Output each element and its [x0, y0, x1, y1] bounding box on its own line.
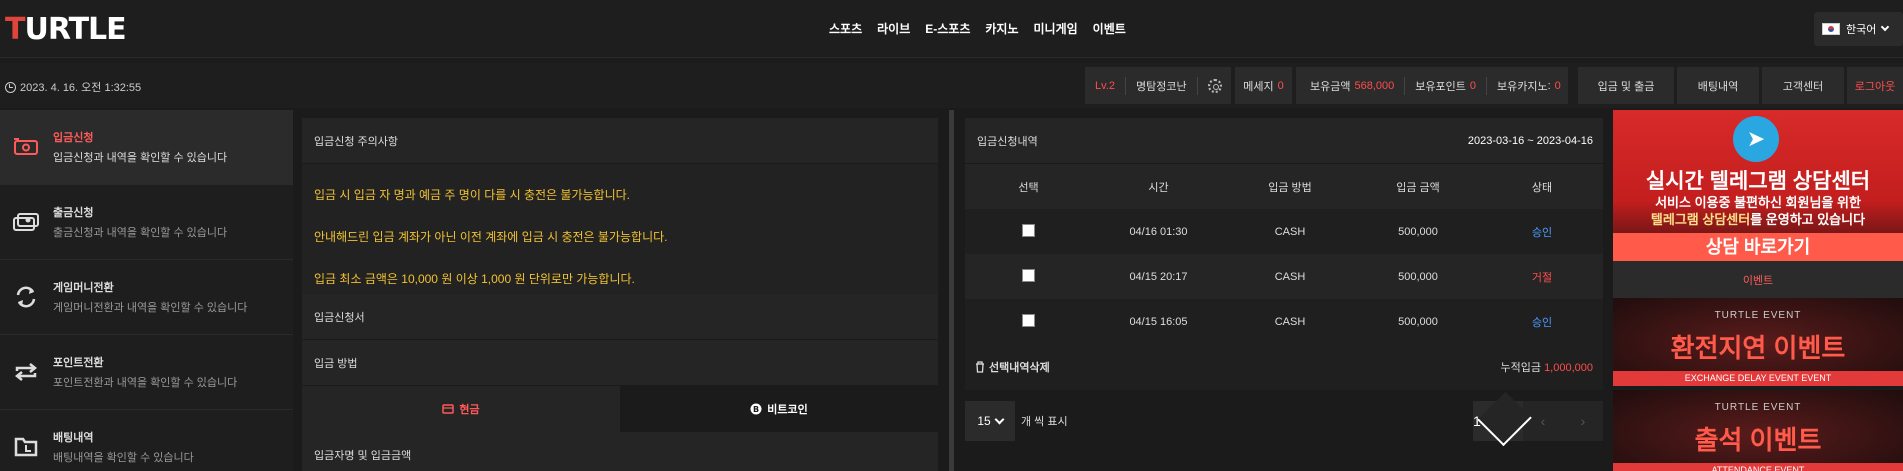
nav-event[interactable]: 이벤트 — [1093, 20, 1126, 37]
table-row: 04/16 01:30 CASH 500,000 승인 — [965, 209, 1603, 254]
per-page-select[interactable]: 15 — [965, 401, 1015, 441]
clock: 2023. 4. 16. 오전 1:32:55 — [5, 79, 141, 95]
table-header: 선택 시간 입금 방법 입금 금액 상태 — [965, 164, 1603, 209]
language-select[interactable]: 한국어 — [1814, 12, 1903, 46]
notice-title: 입금신청 주의사항 — [302, 118, 938, 164]
chevron-down-icon — [994, 414, 1005, 424]
sidebar-item-withdraw[interactable]: 출금신청 출금신청과 내역을 확인할 수 있습니다 — [0, 185, 293, 260]
user-info-bar: 2023. 4. 16. 오전 1:32:55 Lv.2 명탐정코난 메세지 0… — [0, 63, 1903, 108]
history-date-range: 2023-03-16 ~ 2023-04-16 — [1467, 134, 1593, 147]
prev-page-button[interactable]: ‹ — [1523, 401, 1563, 441]
deposit-history-panel: 입금신청내역 2023-03-16 ~ 2023-04-16 선택 시간 입금 … — [965, 118, 1603, 447]
status-badge: 거절 — [1531, 271, 1553, 284]
banner-column: ➤ 실시간 텔레그램 상담센터 서비스 이용중 불편하신 회원님을 위한 텔레그… — [1613, 110, 1903, 471]
deposit-withdraw-button[interactable]: 입금 및 출금 — [1578, 67, 1674, 104]
telegram-banner[interactable]: ➤ 실시간 텔레그램 상담센터 서비스 이용중 불편하신 회원님을 위한 텔레그… — [1613, 110, 1903, 261]
method-bitcoin-tab[interactable]: B 비트코인 — [620, 386, 938, 432]
nav-esports[interactable]: E-스포츠 — [925, 20, 970, 37]
next-page-button[interactable]: › — [1563, 401, 1603, 441]
datetime: 2023. 4. 16. 오전 1:32:55 — [20, 82, 142, 94]
event-banner-exchange-delay[interactable]: TURTLE EVENT 환전지연 이벤트 EXCHANGE DELAY EVE… — [1613, 298, 1903, 386]
bitcoin-icon: B — [750, 403, 762, 415]
pagination: 15 개 씩 표시 1 ‹ › — [965, 391, 1603, 447]
telegram-cta-button[interactable]: 상담 바로가기 — [1613, 233, 1903, 261]
user-nickname: 명탐정코난 — [1135, 80, 1187, 93]
chevron-right-icon: › — [1580, 413, 1586, 429]
sidebar-item-deposit[interactable]: 입금신청 입금신청과 내역을 확인할 수 있습니다 — [0, 110, 293, 185]
balance-value: 568,000 — [1354, 79, 1395, 92]
method-title: 입금 방법 — [302, 340, 938, 386]
table-footer: 선택내역삭제 누적입금 1,000,000 — [965, 344, 1603, 390]
wallet-summary: 보유금액 568,000 보유포인트 0 보유카지노: 0 — [1296, 67, 1568, 104]
notice-3: 입금 최소 금액은 10,000 원 이상 1,000 원 단위로만 가능합니다… — [314, 272, 635, 286]
sidebar-item-bet-history[interactable]: 배팅내역 배팅내역을 확인할 수 있습니다 — [0, 410, 293, 471]
deposit-method-tabs: 현금 B 비트코인 — [302, 386, 938, 432]
table-row: 04/15 16:05 CASH 500,000 승인 — [965, 299, 1603, 344]
user-profile: Lv.2 명탐정코난 — [1085, 67, 1231, 104]
main-nav: 스포츠 라이브 E-스포츠 카지노 미니게임 이벤트 — [829, 20, 1141, 37]
clock-icon — [5, 81, 16, 93]
page-select[interactable]: 1 — [1473, 391, 1532, 447]
swap-arrows-icon — [13, 361, 39, 383]
language-label: 한국어 — [1846, 24, 1877, 36]
telegram-icon: ➤ — [1733, 116, 1779, 162]
chevron-left-icon: ‹ — [1540, 413, 1546, 429]
customer-center-button[interactable]: 고객센터 — [1762, 67, 1844, 104]
delete-selected-button[interactable]: 선택내역삭제 — [975, 359, 1050, 375]
withdraw-money-icon — [13, 211, 39, 233]
svg-text:B: B — [753, 405, 759, 414]
top-bar: T URTLE 스포츠 라이브 E-스포츠 카지노 미니게임 이벤트 한국어 — [0, 0, 1903, 58]
trash-icon — [976, 361, 984, 373]
casino-value: 0 — [1554, 79, 1561, 92]
method-cash-tab[interactable]: 현금 — [302, 386, 620, 432]
settings-gear-icon[interactable] — [1207, 78, 1222, 93]
refresh-icon — [13, 286, 39, 308]
form-title: 입금신청서 — [302, 294, 938, 340]
logout-button[interactable]: 로그아웃 — [1847, 67, 1903, 104]
status-badge: 승인 — [1531, 316, 1553, 329]
notice-body: 입금 시 입금 자 명과 예금 주 명이 다를 시 충전은 불가능합니다. 안내… — [302, 164, 938, 294]
event-banner-attendance[interactable]: TURTLE EVENT 출석 이벤트 ATTENDANCE EVENT — [1613, 390, 1903, 471]
user-level: Lv.2 — [1095, 79, 1115, 92]
sidebar-item-point[interactable]: 포인트전환 포인트전환과 내역을 확인할 수 있습니다 — [0, 335, 293, 410]
messages[interactable]: 메세지 0 — [1235, 67, 1292, 104]
bet-history-button[interactable]: 배팅내역 — [1677, 67, 1759, 104]
nav-minigame[interactable]: 미니게임 — [1034, 20, 1078, 37]
event-label: 이벤트 — [1613, 261, 1903, 298]
logo[interactable]: T URTLE — [5, 12, 127, 47]
total-deposit-value: 1,000,000 — [1544, 362, 1593, 374]
deposit-money-icon — [13, 136, 39, 158]
row-checkbox[interactable] — [1022, 223, 1035, 237]
nav-casino[interactable]: 카지노 — [985, 20, 1018, 37]
notice-1: 입금 시 입금 자 명과 예금 주 명이 다를 시 충전은 불가능합니다. — [314, 188, 631, 202]
status-badge: 승인 — [1531, 226, 1553, 239]
wallet-icon — [442, 404, 455, 414]
nav-sports[interactable]: 스포츠 — [829, 20, 862, 37]
points-value: 0 — [1469, 79, 1476, 92]
sidebar-item-game-money[interactable]: 게임머니전환 게임머니전환과 내역을 확인할 수 있습니다 — [0, 260, 293, 335]
folder-icon — [13, 436, 39, 458]
korea-flag-icon — [1822, 23, 1840, 35]
chevron-down-icon — [1881, 22, 1890, 32]
sidebar: 입금신청 입금신청과 내역을 확인할 수 있습니다 출금신청 출금신청과 내역을… — [0, 110, 293, 471]
scrollbar[interactable] — [949, 110, 954, 471]
history-title: 입금신청내역 — [977, 135, 1038, 148]
row-checkbox[interactable] — [1022, 268, 1035, 282]
nav-live[interactable]: 라이브 — [877, 20, 910, 37]
deposit-panel: 입금신청 주의사항 입금 시 입금 자 명과 예금 주 명이 다를 시 충전은 … — [302, 118, 938, 471]
table-row: 04/15 20:17 CASH 500,000 거절 — [965, 254, 1603, 299]
notice-2: 안내해드린 입금 계좌가 아닌 이전 계좌에 입금 시 충전은 불가능합니다. — [314, 230, 668, 244]
name-amount-title: 입금자명 및 입금금액 — [302, 432, 938, 471]
row-checkbox[interactable] — [1022, 313, 1035, 327]
